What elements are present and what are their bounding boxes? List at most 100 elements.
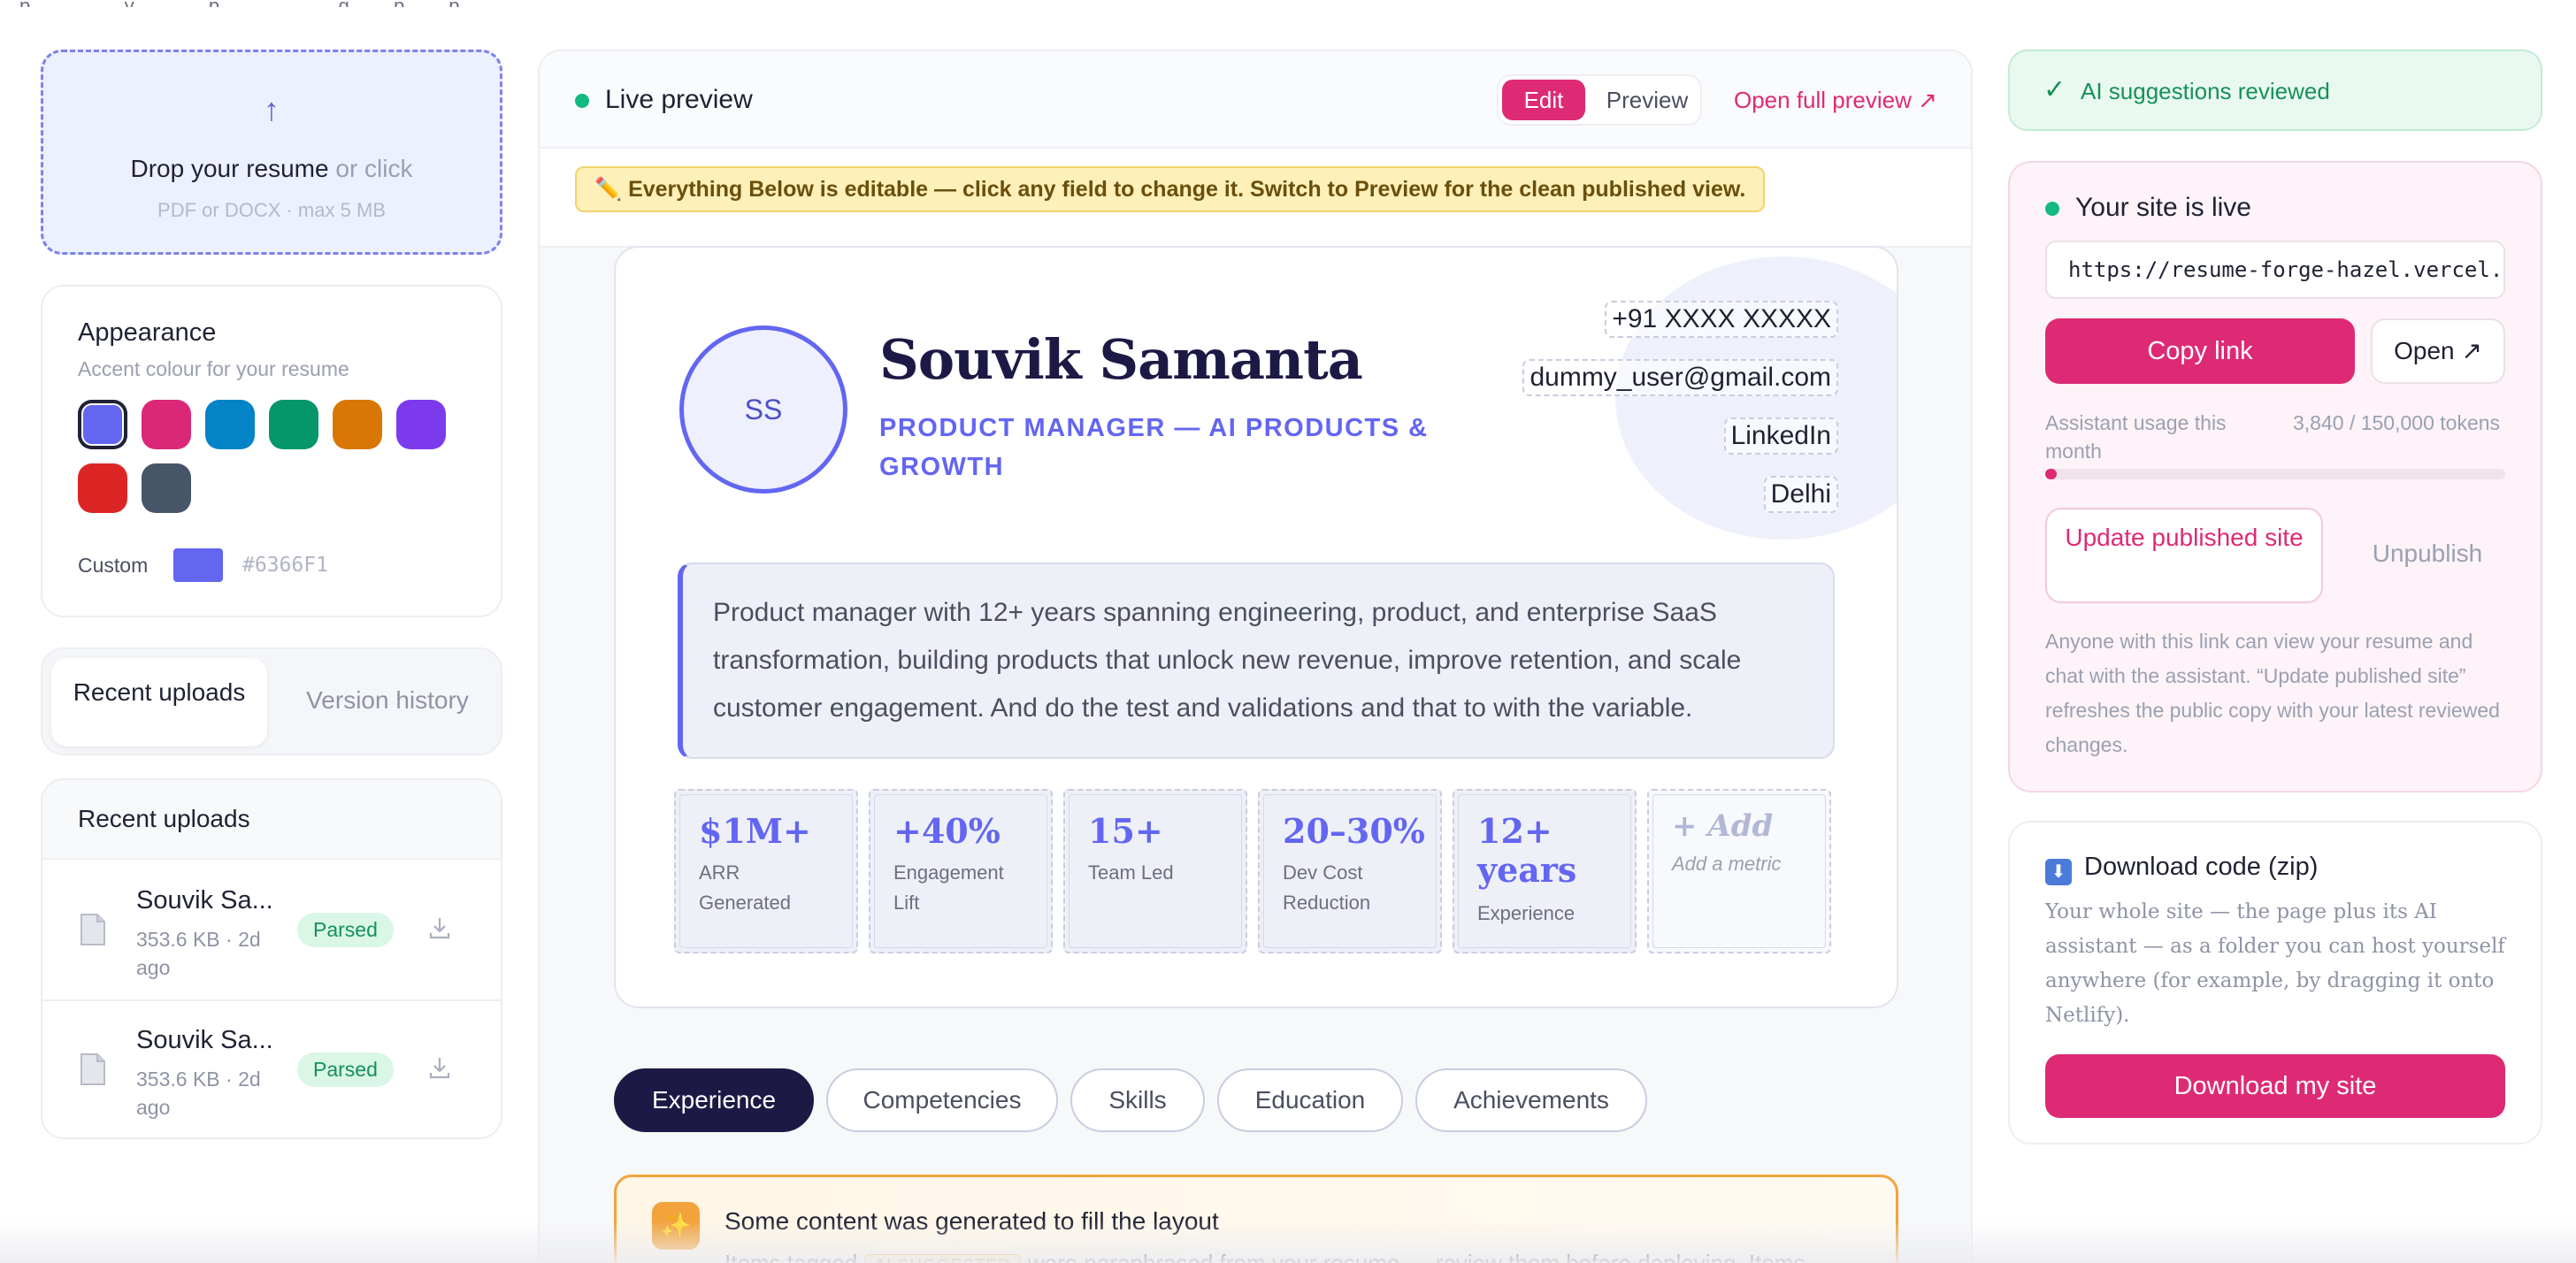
upload-name: Souvik Sa... [136,886,273,915]
download-code-card: ⬇ Download code (zip) Your whole site — t… [2008,821,2542,1144]
recent-uploads-header: Recent uploads [42,780,501,860]
tab-competencies[interactable]: Competencies [826,1068,1058,1132]
live-preview-panel: Live preview Edit Preview Open full prev… [538,50,1973,1263]
metric-value: $1M+ [699,811,811,851]
update-published-site-button[interactable]: Update published site [2045,508,2323,603]
site-live-title: Your site is live [2075,193,2251,222]
color-swatch[interactable] [142,463,191,513]
tab-skills[interactable]: Skills [1070,1068,1205,1132]
color-swatch[interactable] [269,400,318,449]
live-preview-label: Live preview [605,85,753,114]
ai-suggested-tag: AI SUGGESTED [864,1254,1021,1263]
contact-email[interactable]: dummy_user@gmail.com [1522,359,1838,396]
dropzone-title: Drop your resume or click [43,155,500,183]
add-metric-card[interactable]: + Add Add a metric [1647,789,1831,953]
metric-card[interactable]: $1M+ ARR Generated [674,789,858,953]
metric-card[interactable]: 12+ years Experience [1453,789,1637,953]
color-swatch[interactable] [205,400,255,449]
ai-notice-pre: Items tagged [724,1250,858,1263]
ai-reviewed-text: AI suggestions reviewed [2081,78,2330,104]
color-swatch[interactable] [78,463,127,513]
download-site-button[interactable]: Download my site [2045,1054,2505,1118]
add-metric-label: Add a metric [1672,853,1782,875]
copy-link-button[interactable]: Copy link [2045,318,2355,384]
metric-value: 15+ [1088,811,1163,851]
edit-notice-bar: ✏️ Everything Below is editable — click … [540,149,1971,248]
metric-card[interactable]: 20–30% Dev Cost Reduction [1258,789,1442,953]
publish-description: Anyone with this link can view your resu… [2045,630,2500,756]
unpublish-button[interactable]: Unpublish [2350,540,2505,568]
dropzone-hint: PDF or DOCX · max 5 MB [157,199,386,221]
tab-recent-uploads[interactable]: Recent uploads [51,658,267,746]
check-icon: ✓ [2043,75,2066,104]
download-icon[interactable] [426,1054,453,1081]
download-code-title-row: ⬇ Download code (zip) [2045,853,2318,885]
download-code-description: Your whole site — the page plus its AI a… [2045,900,2505,1027]
live-status-dot [2045,202,2059,216]
ai-notice-description: Items tagged AI SUGGESTED were paraphrased… [724,1250,1805,1263]
resume-role[interactable]: PRODUCT MANAGER — AI PRODUCTS & GROWTH [879,409,1445,486]
list-item[interactable]: Souvik Sa... 353.6 KB · 2d ago Parsed [42,1001,501,1137]
contact-linkedin[interactable]: LinkedIn [1723,417,1838,455]
edit-notice: ✏️ Everything Below is editable — click … [575,166,1766,212]
recent-uploads-title: Recent uploads [78,805,250,832]
metric-value: +40% [893,811,1000,851]
live-status-dot [575,94,589,108]
site-url-field[interactable]: https://resume-forge-hazel.vercel.app [2045,241,2505,299]
appearance-title: Appearance [78,318,217,347]
metric-label: ARR Generated [699,861,791,914]
contact-location[interactable]: Delhi [1763,476,1838,513]
contact-phone[interactable]: +91 XXXX XXXXX [1605,301,1838,338]
custom-color-picker[interactable] [173,548,223,582]
tab-experience[interactable]: Experience [614,1068,814,1132]
custom-color-hex-input[interactable]: #6366F1 [242,554,328,577]
dropzone-title-main: Drop your resume [130,155,329,182]
appearance-subtitle: Accent colour for your resume [78,357,349,380]
ai-notice-title: Some content was generated to fill the l… [724,1207,1219,1235]
ai-reviewed-banner: ✓ AI suggestions reviewed [2008,50,2542,131]
resume-name[interactable]: Souvik Samanta [879,327,1363,392]
usage-progress-bar [2045,469,2505,479]
mode-toggle: Edit Preview [1497,74,1702,126]
tab-education[interactable]: Education [1217,1068,1403,1132]
color-swatch[interactable] [333,400,382,449]
edit-mode-button[interactable]: Edit [1502,80,1585,120]
metric-card[interactable]: +40% Engagement Lift [869,789,1053,953]
tab-version-history[interactable]: Version history [280,686,495,715]
list-item[interactable]: Souvik Sa... 353.6 KB · 2d ago Parsed [42,861,501,1001]
preview-toolbar: Live preview Edit Preview Open full prev… [540,51,1971,149]
usage-label: Assistant usage this month [2045,411,2227,463]
resume-summary[interactable]: Product manager with 12+ years spanning … [678,563,1835,759]
avatar[interactable]: SS [679,325,847,494]
file-icon [80,914,105,945]
download-arrow-icon: ⬇ [2045,859,2072,885]
open-full-preview-link[interactable]: Open full preview ↗ [1734,87,1937,114]
preview-mode-button[interactable]: Preview [1598,80,1697,120]
top-cutoff-text: …p… … … …y … … …p… … … … …g… …p… …p… [0,0,1592,7]
download-code-title: Download code (zip) [2084,853,2319,881]
upload-meta: 353.6 KB · 2d ago [136,928,261,979]
custom-color-label: Custom [78,554,149,577]
color-swatch[interactable] [142,400,191,449]
open-site-button[interactable]: Open ↗ [2371,318,2505,384]
dropzone-or-click: or click [335,155,413,182]
upload-history-tabs: Recent uploads Version history [41,647,502,755]
metric-label: Experience [1477,902,1576,924]
file-icon [80,1053,105,1085]
recent-uploads-card: Recent uploads Souvik Sa... 353.6 KB · 2… [41,778,502,1139]
sparkle-icon: ✨ [652,1202,700,1250]
metric-label: Engagement Lift [893,861,1004,914]
status-badge: Parsed [297,913,394,947]
color-swatch[interactable] [396,400,446,449]
metric-value: 20–30% [1283,811,1425,851]
appearance-card: Appearance Accent colour for your resume… [41,285,502,617]
tab-achievements[interactable]: Achievements [1415,1068,1647,1132]
status-badge: Parsed [297,1052,394,1087]
metric-card[interactable]: 15+ Team Led [1063,789,1247,953]
usage-value: 3,840 / 150,000 tokens [2293,411,2501,434]
metric-label: Dev Cost Reduction [1283,861,1371,914]
color-swatch[interactable] [78,400,127,449]
publish-card: Your site is live https://resume-forge-h… [2008,161,2542,792]
resume-dropzone[interactable]: ↑ Drop your resume or click PDF or DOCX … [41,50,502,255]
download-icon[interactable] [426,915,453,941]
